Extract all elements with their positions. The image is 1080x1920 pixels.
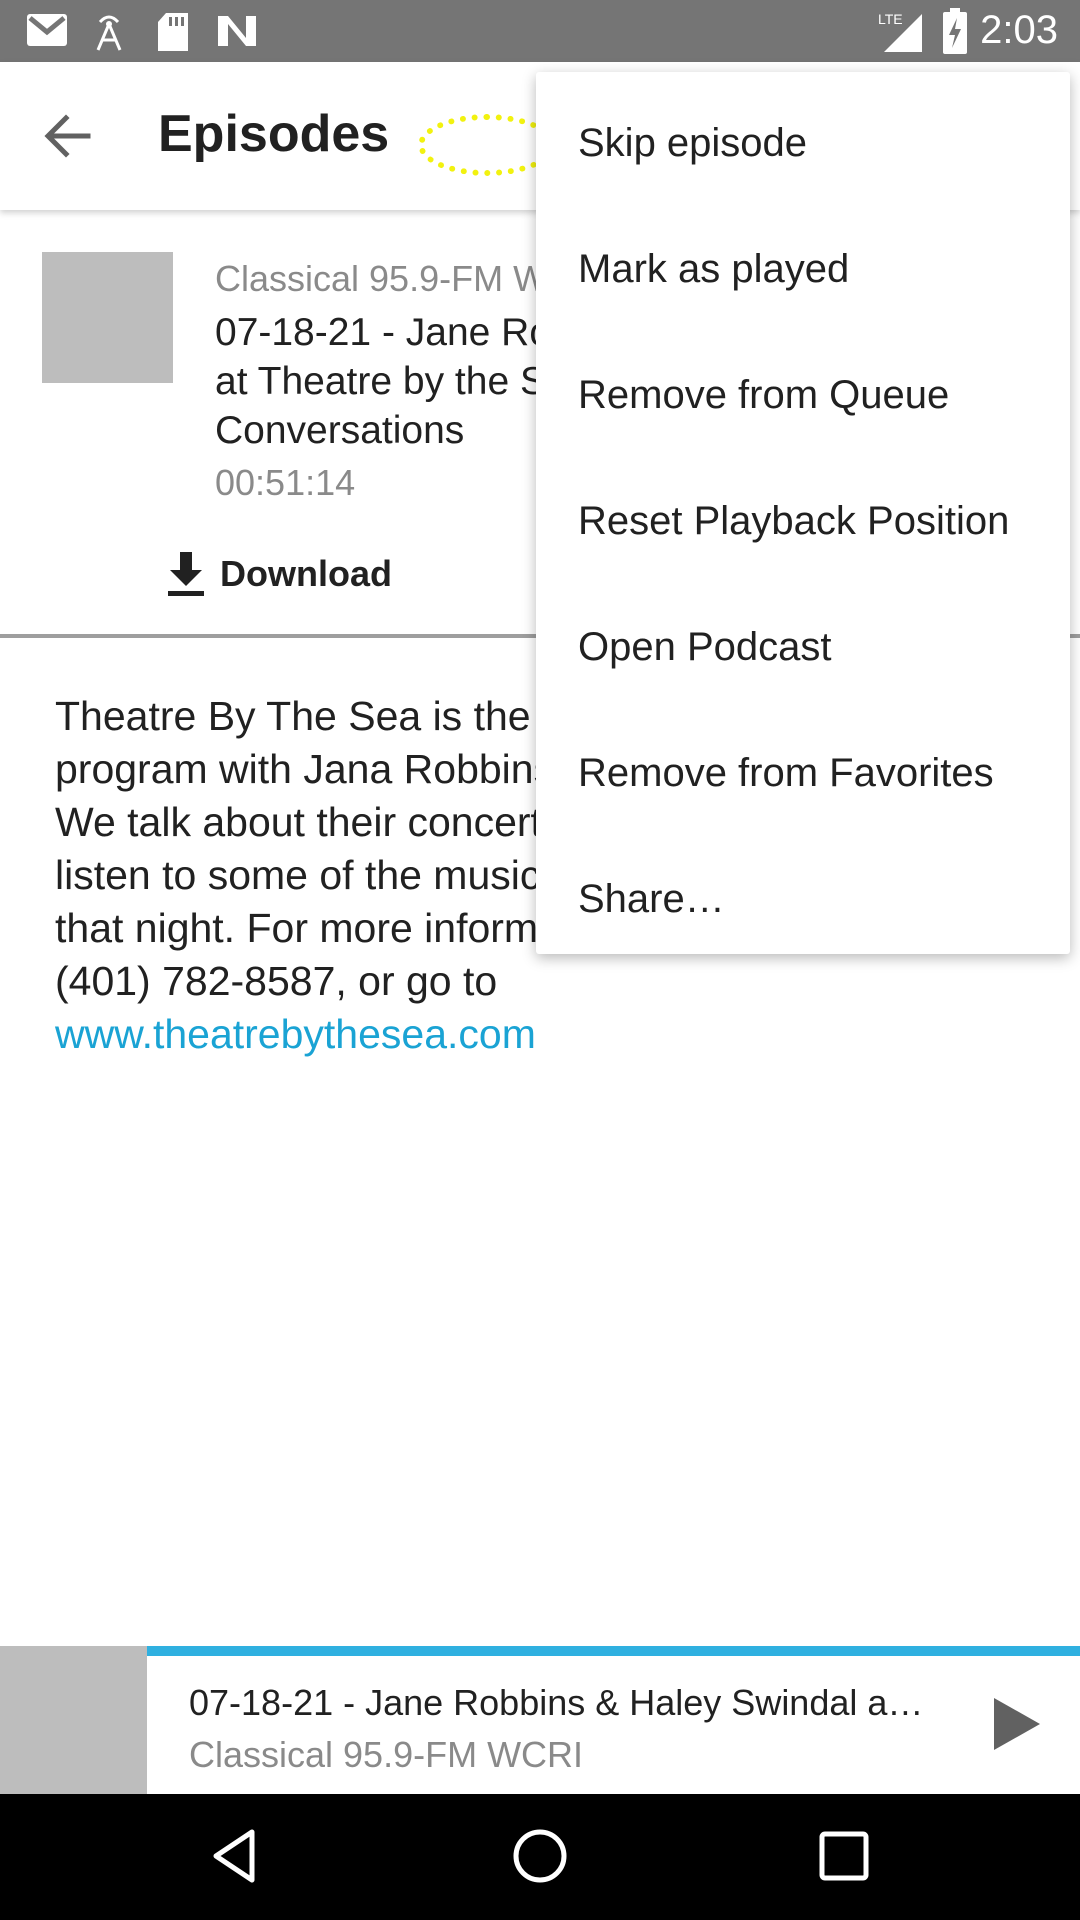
home-circle-icon[interactable]	[508, 1824, 572, 1888]
navigation-bar	[0, 1794, 1080, 1920]
menu-item-share[interactable]: Share…	[536, 836, 1070, 962]
download-label: Download	[220, 553, 392, 594]
gmail-icon	[27, 14, 67, 46]
menu-item-open-podcast[interactable]: Open Podcast	[536, 584, 1070, 710]
overflow-menu: Skip episode Mark as played Remove from …	[536, 72, 1070, 954]
download-icon	[168, 552, 204, 596]
website-link[interactable]: www.theatrebythesea.com	[55, 1008, 1055, 1061]
sd-card-icon	[158, 13, 188, 51]
menu-item-remove-from-favorites[interactable]: Remove from Favorites	[536, 710, 1070, 836]
menu-item-reset-playback-position[interactable]: Reset Playback Position	[536, 458, 1070, 584]
page-title: Episodes	[158, 105, 390, 163]
lte-signal-icon: LTE	[878, 11, 922, 52]
arrow-back-icon[interactable]	[30, 104, 116, 168]
mini-player-title: 07-18-21 - Jane Robbins & Haley Swindal …	[189, 1682, 924, 1723]
download-button[interactable]: Download	[166, 544, 392, 604]
menu-item-skip-episode[interactable]: Skip episode	[536, 80, 1070, 206]
episode-thumbnail	[42, 252, 173, 383]
mini-player[interactable]: 07-18-21 - Jane Robbins & Haley Swindal …	[0, 1646, 1080, 1794]
description-line: (401) 782-8587, or go to	[55, 958, 498, 1004]
mini-player-subtitle: Classical 95.9-FM WCRI	[189, 1734, 584, 1775]
menu-item-mark-as-played[interactable]: Mark as played	[536, 206, 1070, 332]
status-bar: LTE 2:03	[0, 0, 1080, 62]
clock: 2:03	[980, 8, 1058, 52]
episode-duration: 00:51:14	[215, 462, 356, 503]
back-triangle-icon[interactable]	[204, 1824, 268, 1888]
play-icon[interactable]	[990, 1696, 1044, 1752]
menu-item-remove-from-queue[interactable]: Remove from Queue	[536, 332, 1070, 458]
n-icon	[218, 16, 256, 46]
svg-text:LTE: LTE	[878, 11, 903, 27]
antenna-icon	[96, 15, 122, 51]
battery-charging-icon	[943, 8, 967, 54]
mini-player-thumbnail	[0, 1646, 147, 1794]
playback-progress-bar	[147, 1646, 1080, 1656]
recents-square-icon[interactable]	[812, 1824, 876, 1888]
